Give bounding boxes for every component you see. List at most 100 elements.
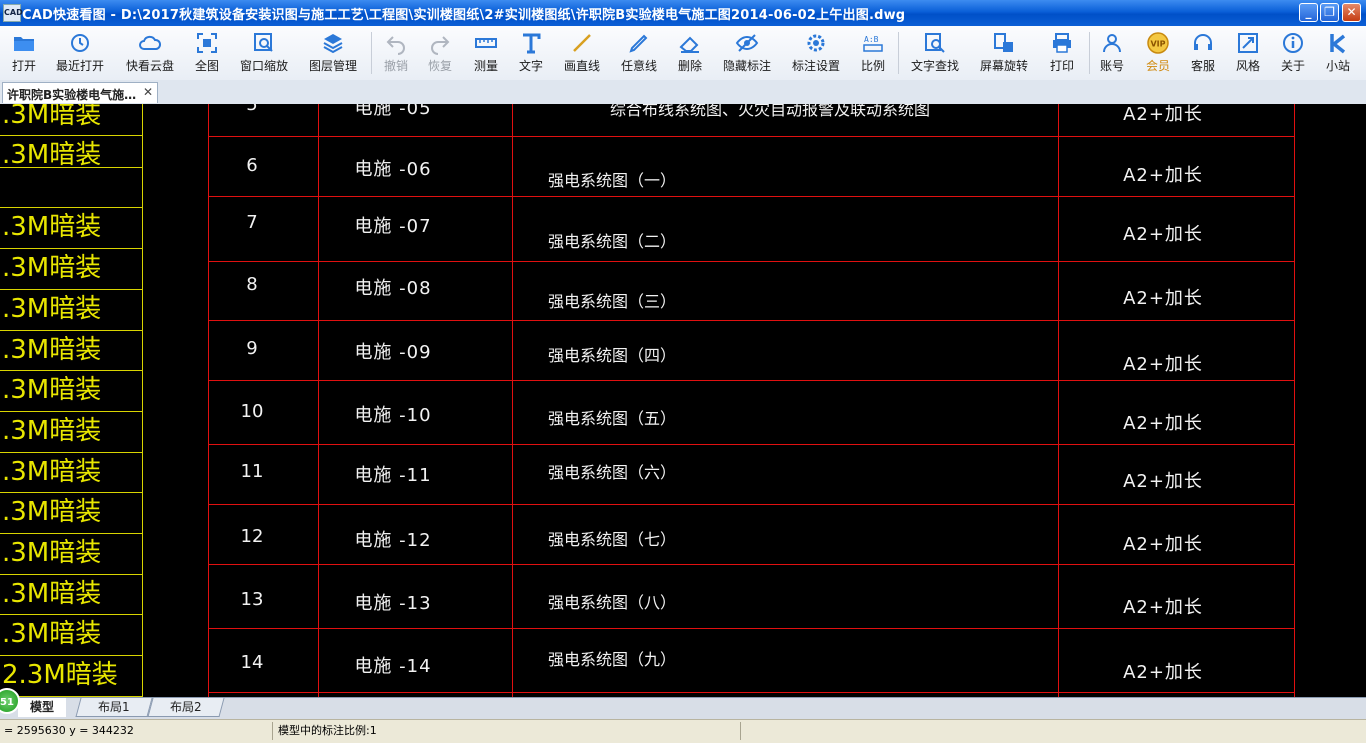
canvas-edge xyxy=(1356,104,1366,697)
tab-layout2[interactable]: 布局2 xyxy=(147,698,225,717)
layers-icon xyxy=(323,34,343,54)
status-bar: = 2595630 y = 344232 模型中的标注比例:1 xyxy=(0,719,1366,743)
coordinate-readout: = 2595630 y = 344232 xyxy=(4,724,134,737)
left-label-cell: .3M暗装 xyxy=(0,208,142,249)
table-column-line xyxy=(1294,104,1295,697)
headset-icon xyxy=(1194,34,1212,50)
scale-icon: A:B xyxy=(863,35,883,52)
left-label-cell: .3M暗装 xyxy=(0,331,142,371)
paper-size-cell: A2+加长 xyxy=(1123,471,1203,492)
sheet-number-cell: 7 xyxy=(246,212,258,233)
recent-label: 最近打开 xyxy=(55,59,104,73)
sheet-name-cell: 强电系统图（三） xyxy=(548,292,677,311)
line-label: 画直线 xyxy=(563,59,600,73)
rotate-button[interactable]: 屏幕旋转 xyxy=(972,28,1036,78)
windowzoom-button[interactable]: 窗口缩放 xyxy=(232,28,296,78)
restore-button[interactable]: ❐ xyxy=(1320,3,1339,22)
line-button[interactable]: 画直线 xyxy=(550,28,614,78)
paper-size-cell: A2+加长 xyxy=(1123,662,1203,683)
paper-size-cell: A2+加长 xyxy=(1123,354,1203,375)
paper-size-cell: A2+加长 xyxy=(1123,165,1203,186)
close-button[interactable]: ✕ xyxy=(1342,3,1361,22)
sheet-number-cell: 13 xyxy=(240,589,264,610)
paper-size-cell: A2+加长 xyxy=(1123,224,1203,245)
erase-button[interactable]: 删除 xyxy=(658,28,722,78)
status-divider xyxy=(272,722,273,740)
tab-close-icon[interactable]: ✕ xyxy=(143,85,153,99)
paper-size-cell: A2+加长 xyxy=(1123,597,1203,618)
toolbar-separator xyxy=(898,32,899,74)
left-label-cell xyxy=(0,168,142,208)
undo-icon xyxy=(386,36,405,55)
sheet-number-cell: 8 xyxy=(246,274,258,295)
paper-size-cell: A2+加长 xyxy=(1123,288,1203,309)
sheet-name-cell: 强电系统图（七） xyxy=(548,530,677,549)
main-toolbar: 打开 最近打开 快看云盘 全图 窗口缩放 图层管理 撤销 恢复 测量 文字 画直线 任意线 删除 隐藏标注… xyxy=(0,26,1366,81)
sheet-number-cell: 11 xyxy=(240,461,264,482)
cloud-label: 快看云盘 xyxy=(125,59,174,73)
site-button[interactable]: 小站 xyxy=(1306,28,1366,78)
app-icon: CAD xyxy=(3,4,23,22)
marksettings-label: 标注设置 xyxy=(791,59,840,73)
sheet-code-cell: 电施 -10 xyxy=(354,405,432,426)
printer-icon xyxy=(1053,33,1071,53)
hidemarks-button[interactable]: 隐藏标注 xyxy=(715,28,779,78)
sheet-code-cell: 电施 -14 xyxy=(354,656,432,677)
minimize-button[interactable]: _ xyxy=(1299,3,1318,22)
hidemarks-label: 隐藏标注 xyxy=(722,59,771,73)
status-divider xyxy=(740,722,741,740)
left-label-cell: .3M暗装 xyxy=(0,249,142,290)
tab-layout1[interactable]: 布局1 xyxy=(75,698,153,717)
left-label-cell: .3M暗装 xyxy=(0,412,142,453)
sheet-number-cell: 14 xyxy=(240,652,264,673)
table-row-line xyxy=(208,320,1295,321)
left-label-cell: .3M暗装 xyxy=(0,453,142,493)
left-label-cell: .3M暗装 xyxy=(0,615,142,656)
clock-icon xyxy=(71,34,89,52)
sheet-code-cell: 电施 -07 xyxy=(354,216,432,237)
cloud-button[interactable]: 快看云盘 xyxy=(118,28,182,78)
left-label-cell: 2.3M暗装 xyxy=(0,656,142,697)
sheet-name-cell: 强电系统图（八） xyxy=(548,593,677,612)
table-row-line xyxy=(208,564,1295,565)
document-tab[interactable]: 许职院B实验楼电气施… ✕ xyxy=(2,82,158,103)
line-icon xyxy=(573,34,591,52)
erase-label: 删除 xyxy=(677,59,702,73)
table-row-line xyxy=(208,136,1295,137)
paper-size-cell: A2+加长 xyxy=(1123,413,1203,434)
zoom-window-icon xyxy=(254,33,273,52)
sheet-name-cell: 综合布线系统图、火灾自动报警及联动系统图 xyxy=(609,104,930,119)
left-label-cell: .3M暗装 xyxy=(0,371,142,412)
toolbar-separator xyxy=(371,32,372,74)
tab-layout2-label: 布局2 xyxy=(170,700,202,714)
sheet-number-cell: 12 xyxy=(240,526,264,547)
left-label-cell: .3M暗装 xyxy=(0,136,142,170)
findtext-button[interactable]: 文字查找 xyxy=(903,28,967,78)
sheet-number-cell: 10 xyxy=(240,401,264,422)
fullscreen-icon xyxy=(197,33,217,53)
table-row-line xyxy=(208,628,1295,629)
marksettings-button[interactable]: 标注设置 xyxy=(784,28,848,78)
layout-tabs: 模型 布局1 布局2 xyxy=(0,697,1366,719)
gear-icon xyxy=(807,34,825,52)
layers-button[interactable]: 图层管理 xyxy=(301,28,365,78)
sheet-name-cell: 强电系统图（五） xyxy=(548,409,677,428)
scale-button[interactable]: A:B 比例 xyxy=(841,28,905,78)
cloud-icon xyxy=(139,35,162,50)
recent-button[interactable]: 最近打开 xyxy=(48,28,112,78)
fullview-label: 全图 xyxy=(194,59,219,73)
sheet-code-cell: 电施 -06 xyxy=(354,159,432,180)
sheet-code-cell: 电施 -08 xyxy=(354,278,432,299)
ruler-icon xyxy=(475,38,497,48)
drawing-canvas[interactable]: .3M暗装 .3M暗装 .3M暗装 .3M暗装 .3M暗装 .3M暗装 .3M暗装 .3M暗装… xyxy=(0,104,1366,697)
table-row-line xyxy=(208,504,1295,505)
tab-model[interactable]: 模型 xyxy=(18,698,66,717)
paper-size-cell: A2+加长 xyxy=(1123,104,1203,125)
rotate-label: 屏幕旋转 xyxy=(979,59,1028,73)
fullview-button[interactable]: 全图 xyxy=(175,28,239,78)
svg-text:A:B: A:B xyxy=(864,35,879,44)
table-row-line xyxy=(208,692,1295,693)
pen-icon xyxy=(629,34,648,53)
title-bar: CAD CAD快速看图 - D:\2017秋建筑设备安装识图与施工工艺\工程图\… xyxy=(0,0,1366,26)
sheet-number-cell: 5 xyxy=(246,104,258,115)
